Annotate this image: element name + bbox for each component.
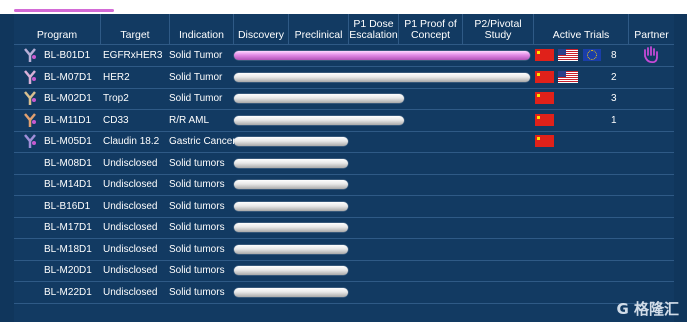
target-cell: CD33	[103, 114, 129, 126]
stage-progress-bar	[234, 287, 348, 297]
indication-cell: Gastric Cancer	[169, 136, 236, 147]
column-header-4: Preclinical	[288, 14, 348, 44]
stage-progress-bar	[234, 115, 404, 125]
indication-cell: Solid tumors	[169, 157, 225, 169]
program-cell: BL-M11D1	[44, 114, 92, 126]
adc-icon-5	[22, 134, 38, 149]
stage-progress-bar	[234, 72, 530, 82]
active-trials-count: 1	[611, 114, 617, 126]
china-flag-icon	[535, 113, 554, 126]
active-trials-count: 2	[611, 71, 617, 83]
indication-cell: Solid tumors	[169, 265, 225, 276]
china-flag-icon	[535, 135, 554, 147]
active-trials-count: 8	[611, 50, 617, 61]
program-cell: BL-M14D1	[44, 179, 92, 190]
partner-hand-icon	[642, 46, 660, 67]
column-header-0: Program	[36, 29, 78, 41]
top-banner	[0, 0, 687, 14]
program-cell: BL-M22D1	[44, 286, 92, 298]
indication-cell: Solid Tumor	[169, 93, 223, 104]
column-header-9: Partner	[628, 14, 674, 44]
stage-progress-bar	[234, 223, 348, 232]
program-cell: BL-B01D1	[44, 50, 91, 61]
indication-cell: Solid tumors	[169, 286, 225, 298]
pipeline-row: BL-B16D1 Undisclosed Solid tumors	[14, 196, 674, 218]
program-cell: BL-M20D1	[44, 265, 92, 276]
adc-icon-2	[22, 69, 38, 85]
stage-progress-bar	[234, 244, 348, 254]
stage-progress-bar	[234, 94, 404, 103]
column-header-7: P2/Pivotal Study	[462, 14, 533, 44]
pipeline-row: BL-M05D1 Claudin 18.2 Gastric Cancer	[14, 131, 674, 153]
china-flag-icon	[535, 70, 554, 83]
pipeline-row: BL-B01D1 EGFRxHER3 Solid Tumor 8	[14, 45, 674, 67]
china-flag-icon	[535, 49, 554, 61]
indication-cell: Solid tumors	[169, 179, 225, 190]
column-header-3: Discovery	[233, 14, 288, 44]
target-cell: Undisclosed	[103, 243, 158, 255]
program-cell: BL-M07D1	[44, 71, 92, 83]
column-header-8: Active Trials	[533, 14, 628, 44]
pipeline-row: BL-M11D1 CD33 R/R AML 1	[14, 110, 674, 132]
pipeline-row: BL-M17D1 Undisclosed Solid tumors	[14, 217, 674, 239]
china-flag-icon	[535, 92, 554, 104]
stage-progress-bar	[234, 201, 348, 211]
indication-cell: Solid Tumor	[169, 71, 223, 83]
stage-progress-bar	[234, 180, 348, 189]
stage-progress-bar	[234, 158, 348, 168]
column-header-5: P1 Dose Escalation	[348, 14, 398, 44]
stage-progress-bar	[234, 137, 348, 146]
stage-progress-bar	[234, 266, 348, 275]
indication-cell: Solid tumors	[169, 200, 225, 212]
target-cell: EGFRxHER3	[103, 50, 163, 61]
column-header-2: Indication	[169, 14, 233, 44]
pipeline-row: BL-M22D1 Undisclosed Solid tumors	[14, 282, 674, 304]
pipeline-row: BL-M20D1 Undisclosed Solid tumors	[14, 260, 674, 282]
stage-progress-bar	[234, 51, 530, 60]
indication-cell: Solid Tumor	[169, 50, 223, 61]
target-cell: Undisclosed	[103, 265, 158, 276]
column-header-1: Target	[100, 14, 169, 44]
target-cell: Undisclosed	[103, 200, 158, 212]
target-cell: Trop2	[103, 93, 129, 104]
target-cell: Undisclosed	[103, 179, 158, 190]
target-cell: Undisclosed	[103, 157, 158, 169]
watermark-logo: G 格隆汇	[616, 300, 679, 318]
eu-flag-icon	[583, 49, 601, 61]
indication-cell: R/R AML	[169, 114, 210, 126]
target-cell: Undisclosed	[103, 286, 158, 298]
active-trials-count: 3	[611, 93, 617, 104]
pipeline-row: BL-M07D1 HER2 Solid Tumor 2	[14, 67, 674, 89]
us-flag-icon	[558, 49, 578, 61]
program-cell: BL-M05D1	[44, 136, 92, 147]
target-cell: HER2	[103, 71, 130, 83]
pipeline-row: BL-M02D1 Trop2 Solid Tumor 3	[14, 88, 674, 110]
program-cell: BL-M02D1	[44, 93, 92, 104]
adc-icon-1	[22, 48, 38, 63]
pipeline-table: Program Target Indication Discovery Preclini…	[14, 14, 674, 322]
pipeline-row: BL-M18D1 Undisclosed Solid tumors	[14, 239, 674, 261]
program-cell: BL-M18D1	[44, 243, 92, 255]
program-cell: BL-M08D1	[44, 157, 92, 169]
pipeline-row: BL-M14D1 Undisclosed Solid tumors	[14, 174, 674, 196]
adc-icon-4	[22, 112, 38, 128]
indication-cell: Solid tumors	[169, 222, 225, 233]
table-header-row: Program Target Indication Discovery Preclini…	[14, 14, 674, 45]
top-accent-line	[14, 9, 114, 12]
indication-cell: Solid tumors	[169, 243, 225, 255]
column-header-6: P1 Proof of Concept	[398, 14, 462, 44]
target-cell: Claudin 18.2	[103, 136, 160, 147]
pipeline-row: BL-M08D1 Undisclosed Solid tumors	[14, 153, 674, 175]
us-flag-icon	[558, 70, 578, 83]
program-cell: BL-B16D1	[44, 200, 91, 212]
adc-icon-3	[22, 91, 38, 106]
target-cell: Undisclosed	[103, 222, 158, 233]
program-cell: BL-M17D1	[44, 222, 92, 233]
